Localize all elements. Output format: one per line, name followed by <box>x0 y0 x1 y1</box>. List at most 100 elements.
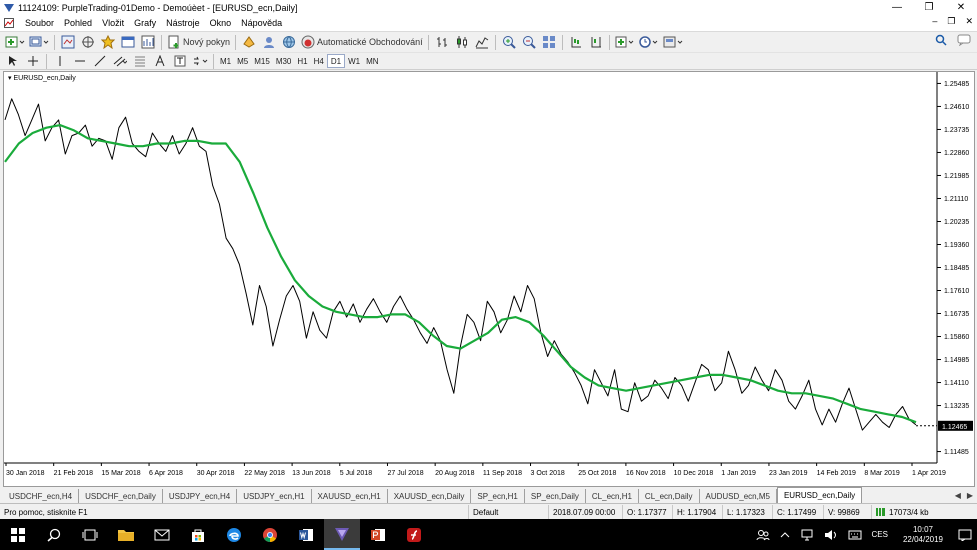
auto-trading-button[interactable]: Automatické Obchodování <box>301 34 423 50</box>
word-button[interactable] <box>288 519 324 550</box>
file-explorer-button[interactable] <box>108 519 144 550</box>
metatrader-taskbar-button[interactable] <box>324 519 360 550</box>
toolbar-separator <box>213 53 214 69</box>
tab-usdjpy-h4[interactable]: USDJPY_ecn,H4 <box>163 489 238 503</box>
tab-usdchf-h4[interactable]: USDCHF_ecn,H4 <box>3 489 80 503</box>
tab-eurusd-daily[interactable]: EURUSD_ecn,Daily <box>776 487 863 503</box>
tab-xauusd-h1[interactable]: XAUUSD_ecn,H1 <box>312 489 388 503</box>
profiles-button[interactable] <box>29 34 49 50</box>
text-label-button[interactable] <box>172 53 188 69</box>
zoom-in-button[interactable] <box>501 34 517 50</box>
new-order-button[interactable]: Nový pokyn <box>167 34 230 50</box>
price-label: 1.19360 <box>944 242 969 249</box>
candlestick-button[interactable] <box>454 34 470 50</box>
powerpoint-button[interactable] <box>360 519 396 550</box>
search-icon[interactable] <box>935 34 947 46</box>
time-label: 30 Apr 2018 <box>197 470 235 477</box>
bar-chart-button[interactable] <box>434 34 450 50</box>
trendline-button[interactable] <box>92 53 108 69</box>
vertical-line-button[interactable] <box>52 53 68 69</box>
strategy-tester-button[interactable] <box>140 34 156 50</box>
tab-audusd-m5[interactable]: AUDUSD_ecn,M5 <box>700 489 777 503</box>
cursor-button[interactable] <box>5 53 21 69</box>
auto-scroll-button[interactable] <box>588 34 604 50</box>
chart-window-icon[interactable] <box>4 18 14 28</box>
language-indicator[interactable]: CES <box>867 530 893 539</box>
status-profile[interactable]: Default <box>468 505 548 519</box>
arrows-button[interactable] <box>192 53 208 69</box>
equidistant-channel-button[interactable] <box>112 53 128 69</box>
navigator-button[interactable] <box>100 34 116 50</box>
tab-xauusd-daily[interactable]: XAUUSD_ecn,Daily <box>388 489 472 503</box>
periods-button[interactable] <box>638 34 659 50</box>
tab-usdjpy-h1[interactable]: USDJPY_ecn,H1 <box>237 489 312 503</box>
flash-app-button[interactable] <box>396 519 432 550</box>
tab-cl-h1[interactable]: CL_ecn,H1 <box>586 489 639 503</box>
menu-soubor[interactable]: Soubor <box>20 18 59 28</box>
chart-shift-button[interactable] <box>568 34 584 50</box>
chart-menu-arrow-icon[interactable]: ▾ <box>8 75 12 82</box>
keyboard-button[interactable] <box>843 529 867 541</box>
tab-sp-h1[interactable]: SP_ecn,H1 <box>471 489 525 503</box>
metaeditor-button[interactable] <box>241 34 257 50</box>
tab-cl-daily[interactable]: CL_ecn,Daily <box>639 489 700 503</box>
price-chart[interactable]: 1.25485 1.24610 1.23735 1.22860 1.21985 1.211… <box>4 72 974 486</box>
timeframe-m15[interactable]: M15 <box>251 54 273 68</box>
zoom-out-button[interactable] <box>521 34 537 50</box>
store-button[interactable] <box>180 519 216 550</box>
signals-button[interactable] <box>281 34 297 50</box>
horizontal-line-button[interactable] <box>72 53 88 69</box>
menu-grafy[interactable]: Grafy <box>129 18 161 28</box>
timeframe-h1[interactable]: H1 <box>294 54 310 68</box>
tab-scroll-right-icon[interactable]: ▶ <box>967 491 973 500</box>
timeframe-mn[interactable]: MN <box>363 54 381 68</box>
timeframe-w1[interactable]: W1 <box>345 54 363 68</box>
new-chart-button[interactable] <box>5 34 25 50</box>
chart-restore-button[interactable]: ❐ <box>947 16 955 27</box>
status-traffic[interactable]: 17073/4 kb <box>871 505 977 519</box>
tray-overflow-button[interactable] <box>775 531 795 539</box>
community-button[interactable] <box>261 34 277 50</box>
timeframe-m5[interactable]: M5 <box>234 54 251 68</box>
indicators-button[interactable] <box>615 34 635 50</box>
chart-close-button[interactable]: ✕ <box>965 16 973 27</box>
menu-pohled[interactable]: Pohled <box>59 18 97 28</box>
timeframe-m30[interactable]: M30 <box>273 54 295 68</box>
close-button[interactable]: ✕ <box>945 0 977 15</box>
taskbar-clock[interactable]: 10:07 22/04/2019 <box>893 525 953 545</box>
menu-vlozit[interactable]: Vložit <box>97 18 129 28</box>
tab-sp-daily[interactable]: SP_ecn,Daily <box>525 489 586 503</box>
menu-okno[interactable]: Okno <box>205 18 237 28</box>
edge-button[interactable] <box>216 519 252 550</box>
chart-window[interactable]: 1.25485 1.24610 1.23735 1.22860 1.21985 1.211… <box>3 71 975 487</box>
timeframe-d1[interactable]: D1 <box>326 54 346 68</box>
market-watch-button[interactable] <box>60 34 76 50</box>
tab-scroll-left-icon[interactable]: ◀ <box>955 491 961 500</box>
network-button[interactable] <box>795 529 819 541</box>
timeframe-m1[interactable]: M1 <box>217 54 234 68</box>
chrome-button[interactable] <box>252 519 288 550</box>
notifications-button[interactable] <box>953 529 977 541</box>
chat-icon[interactable] <box>957 34 971 46</box>
templates-button[interactable] <box>663 34 683 50</box>
minimize-button[interactable]: — <box>881 0 913 15</box>
people-button[interactable] <box>751 529 775 541</box>
chart-minimize-button[interactable]: – <box>932 16 937 27</box>
search-taskbar-button[interactable] <box>36 519 72 550</box>
tile-windows-button[interactable] <box>541 34 557 50</box>
text-button[interactable] <box>152 53 168 69</box>
timeframe-h4[interactable]: H4 <box>311 54 327 68</box>
volume-button[interactable] <box>819 529 843 541</box>
data-window-button[interactable] <box>80 34 96 50</box>
tab-usdchf-daily[interactable]: USDCHF_ecn,Daily <box>79 489 163 503</box>
menu-nastroje[interactable]: Nástroje <box>161 18 205 28</box>
line-chart-button[interactable] <box>474 34 490 50</box>
terminal-button[interactable] <box>120 34 136 50</box>
crosshair-button[interactable] <box>25 53 41 69</box>
restore-button[interactable]: ❐ <box>913 0 945 15</box>
mail-button[interactable] <box>144 519 180 550</box>
task-view-button[interactable] <box>72 519 108 550</box>
start-button[interactable] <box>0 519 36 550</box>
menu-napoveda[interactable]: Nápověda <box>236 18 287 28</box>
fibonacci-button[interactable] <box>132 53 148 69</box>
